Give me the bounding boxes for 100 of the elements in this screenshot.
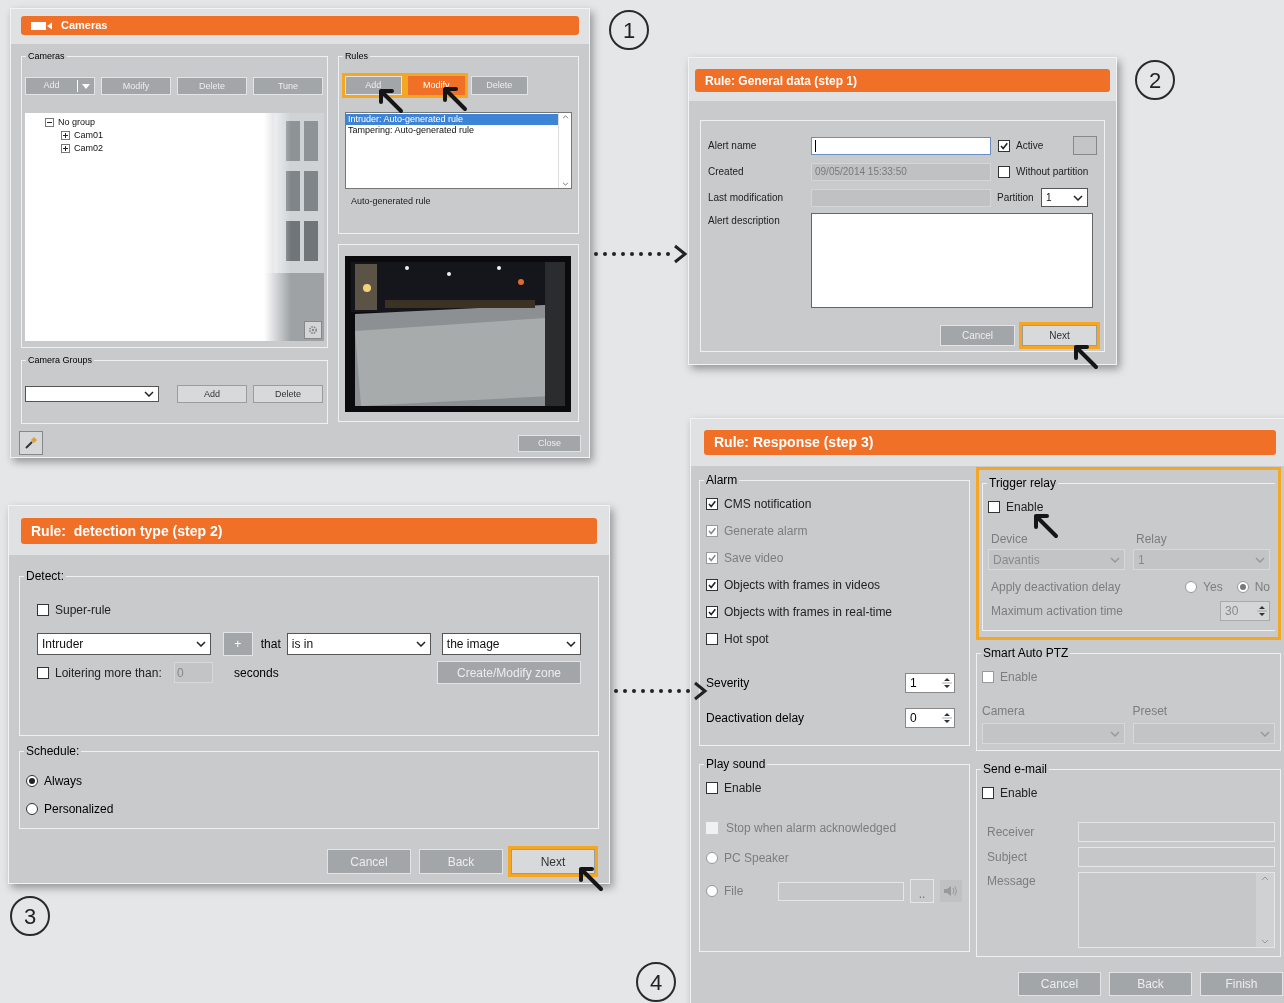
field-label: Alert name	[708, 139, 758, 153]
checkbox[interactable]	[998, 165, 1010, 178]
field-label: Message	[986, 873, 1037, 890]
field-label: Last modification	[708, 191, 785, 205]
checkbox-label: Enable	[1006, 499, 1044, 516]
checkbox-label: Objects with frames in videos	[724, 577, 881, 594]
alert-description-field[interactable]	[811, 213, 1093, 308]
file-path-field[interactable]	[778, 881, 904, 901]
checkbox[interactable]	[982, 787, 994, 799]
settings-icon	[306, 324, 319, 336]
tree-item[interactable]: No group	[58, 116, 96, 129]
radio-button[interactable]	[26, 775, 38, 787]
field-label: Apply deactivation delay	[991, 579, 1122, 596]
number-spinner[interactable]: 0	[905, 708, 955, 728]
checkbox[interactable]	[706, 782, 718, 794]
field-label: Device	[990, 532, 1028, 546]
button[interactable]: Add	[177, 385, 247, 403]
dropdown[interactable]: is in	[286, 633, 431, 655]
window-title: Rule: General data (step 1)	[705, 72, 858, 90]
radio-button[interactable]	[26, 803, 38, 815]
checkbox[interactable]	[706, 633, 718, 645]
dropdown[interactable]: the image	[441, 633, 581, 655]
browse-button[interactable]: ..	[910, 879, 934, 903]
checkbox-label: Active	[1016, 139, 1044, 153]
field-label: Subject	[986, 849, 1029, 866]
number-spinner[interactable]: 30	[1220, 601, 1270, 621]
collapse-icon[interactable]	[45, 118, 54, 127]
field-label: Deactivation delay	[706, 710, 805, 727]
checkbox[interactable]	[706, 822, 718, 834]
add-button[interactable]: +	[222, 632, 253, 656]
scrollbar[interactable]	[558, 113, 571, 188]
scroll-down-icon[interactable]	[1261, 939, 1269, 944]
radio-label: PC Speaker	[724, 850, 789, 867]
group-label: Send e-mail	[981, 762, 1050, 775]
connector-label: that	[260, 636, 281, 653]
number-spinner[interactable]: 1	[905, 673, 955, 693]
button[interactable]: Delete	[470, 76, 528, 95]
alert-name-field[interactable]	[811, 136, 991, 155]
chevron-down-icon	[1073, 194, 1083, 201]
checkbox[interactable]	[998, 139, 1010, 152]
window-title: Rule: detection type (step 2)	[31, 521, 223, 541]
color-box[interactable]	[1073, 136, 1097, 155]
message-field[interactable]	[1078, 872, 1275, 948]
cursor-arrow-icon	[1073, 344, 1099, 370]
field-label: Preset	[1132, 704, 1168, 718]
scroll-up-icon[interactable]	[1261, 876, 1269, 881]
chevron-down-icon	[195, 641, 206, 647]
radio-label: Personalized	[44, 801, 114, 818]
cursor-arrow-icon	[378, 88, 404, 114]
dropdown[interactable]	[25, 386, 159, 402]
list-item[interactable]: Intruder: Auto-generated rule	[345, 114, 558, 125]
group-label: Smart Auto PTZ	[981, 646, 1071, 659]
speaker-icon	[943, 885, 959, 897]
checkbox[interactable]	[706, 498, 718, 510]
chevron-down-icon	[1255, 556, 1265, 563]
loitering-seconds-field[interactable]: 0	[174, 662, 213, 683]
checkbox-label: Super-rule	[55, 602, 112, 619]
step-number: 4	[636, 962, 676, 1002]
chevron-down-icon	[144, 391, 154, 397]
button[interactable]: Modify	[407, 76, 465, 95]
chevron-down-icon	[415, 641, 426, 647]
tools-button[interactable]	[19, 431, 43, 455]
dropdown[interactable]: 1	[1041, 188, 1088, 207]
checkbox-label: Loitering more than:	[55, 664, 162, 682]
radio-button[interactable]	[1185, 581, 1198, 593]
checkbox-label: Generate alarm	[724, 523, 808, 540]
cursor-arrow-icon	[1033, 513, 1059, 539]
group-label: Camera Groups	[26, 355, 95, 365]
radio-button[interactable]	[1236, 581, 1249, 593]
checkbox[interactable]	[706, 579, 718, 591]
button[interactable]: Delete	[253, 385, 323, 403]
expand-icon[interactable]	[61, 144, 70, 153]
checkbox[interactable]	[37, 666, 49, 679]
button[interactable]: Next	[1022, 325, 1097, 346]
create-modify-zone-button[interactable]: Create/Modify zone	[437, 661, 581, 684]
radio-button[interactable]	[706, 885, 718, 897]
text-field[interactable]	[1078, 822, 1275, 842]
scroll-up-icon[interactable]	[561, 115, 569, 119]
tree-item[interactable]: Cam01	[74, 129, 103, 142]
dropdown[interactable]: 1	[1133, 549, 1270, 570]
button[interactable]: Next	[511, 849, 595, 874]
expand-icon[interactable]	[61, 131, 70, 140]
list-item[interactable]: Tampering: Auto-generated rule	[345, 125, 558, 136]
checkbox[interactable]	[982, 671, 994, 683]
scrollbar[interactable]	[1256, 873, 1274, 947]
group-label: Trigger relay	[987, 476, 1058, 489]
field-label: Severity	[706, 675, 750, 692]
radio-button[interactable]	[706, 852, 718, 864]
dropdown[interactable]: Intruder	[37, 633, 211, 655]
checkbox[interactable]	[706, 606, 718, 618]
button[interactable]: Add	[344, 76, 402, 95]
tree-item[interactable]: Cam02	[74, 142, 103, 155]
dropdown[interactable]: Davantis	[988, 549, 1125, 570]
checkbox[interactable]	[988, 501, 1000, 513]
rule-description: Auto-generated rule	[349, 195, 432, 208]
scroll-down-icon[interactable]	[561, 182, 569, 186]
text-field[interactable]	[1078, 847, 1275, 867]
spinner-arrows-icon	[942, 675, 952, 691]
checkbox[interactable]	[37, 604, 49, 616]
caret-down-icon	[82, 83, 90, 89]
